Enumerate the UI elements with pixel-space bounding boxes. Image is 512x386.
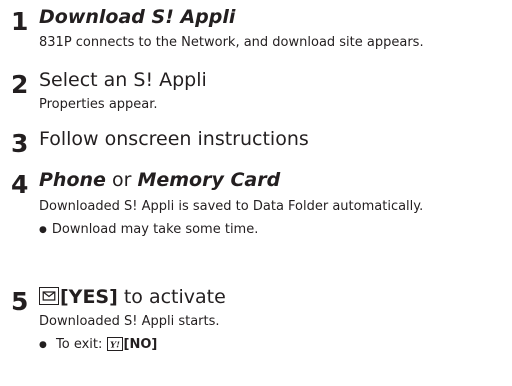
step-title: Follow onscreen instructions [39, 128, 309, 150]
step-description: Properties appear. [39, 97, 158, 112]
key-label-yes: [YES] [60, 286, 118, 308]
step-title: [YES] to activate [39, 286, 226, 308]
step-note-text: Download may take some time. [51, 222, 259, 237]
step-note-prefix: To exit: [56, 337, 103, 352]
yahoo-key-icon: Y! [106, 336, 123, 351]
step-title: Download S! Appli [39, 6, 235, 28]
step-note: To exit: Y! [NO] [39, 336, 158, 354]
step-number: 1 [11, 7, 29, 36]
step-note: Download may take some time. [39, 222, 259, 239]
step-description: Downloaded S! Appli is saved to Data Fol… [39, 199, 424, 214]
step-title-or: or [111, 169, 132, 191]
step-description: 831P connects to the Network, and downlo… [39, 35, 424, 50]
step-title-text: Download S! Appli [39, 6, 236, 28]
mail-key-icon [39, 286, 59, 305]
option-memory-card: Memory Card [137, 169, 281, 191]
svg-text:Y!: Y! [110, 340, 120, 350]
step-title: Select an S! Appli [39, 69, 207, 91]
step-title-rest: to activate [123, 286, 226, 308]
option-phone: Phone [39, 169, 106, 191]
step-number: 5 [11, 287, 29, 316]
step-number: 4 [11, 170, 29, 199]
step-number: 2 [11, 70, 29, 99]
step-number: 3 [11, 129, 29, 158]
step-description: Downloaded S! Appli starts. [39, 314, 220, 329]
step-title: Phone or Memory Card [39, 169, 280, 191]
key-label-no: [NO] [123, 337, 158, 352]
